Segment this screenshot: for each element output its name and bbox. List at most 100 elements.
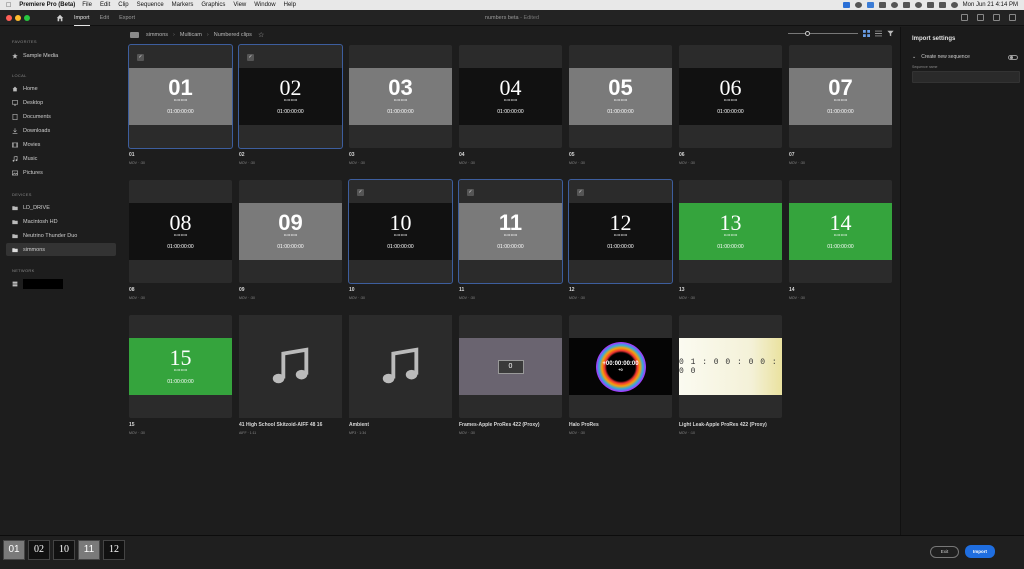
clip-card[interactable]: 0 1 : 0 0 : 0 0 : 0 0 — [679, 315, 782, 418]
status-app-icon[interactable] — [842, 2, 850, 8]
clip-name[interactable]: 14 — [789, 287, 899, 293]
breadcrumb-item[interactable]: Multicam — [180, 32, 202, 38]
apple-icon[interactable]:  — [6, 2, 11, 9]
chevron-down-icon[interactable]: ⌄ — [912, 54, 916, 60]
clip-name[interactable]: 13 — [679, 287, 789, 293]
wifi-icon[interactable] — [914, 2, 922, 8]
clip-name[interactable]: Frames-Apple ProRes 422 (Proxy) — [459, 422, 569, 428]
sidebar-item-movies[interactable]: Movies — [0, 138, 116, 151]
menu-clip[interactable]: Clip — [118, 2, 128, 8]
clip-card[interactable]: 01 01:00:00:00 01:00:00:00 ✓ — [128, 44, 233, 149]
import-button[interactable]: Import — [965, 545, 995, 558]
clip-name[interactable]: 06 — [679, 152, 789, 158]
zoom-window-button[interactable] — [24, 14, 30, 21]
filter-icon[interactable] — [887, 30, 894, 37]
clip-card[interactable]: 08 01:00:00:00 01:00:00:00 — [129, 180, 232, 283]
breadcrumb-item[interactable]: Numbered clips — [214, 32, 252, 38]
menu-markers[interactable]: Markers — [172, 2, 194, 8]
clip-name[interactable]: Light Leak-Apple ProRes 422 (Proxy) — [679, 422, 789, 428]
list-view-icon[interactable] — [875, 30, 882, 37]
menu-file[interactable]: File — [82, 2, 92, 8]
status-app-icon[interactable] — [890, 2, 898, 8]
search-icon[interactable] — [926, 2, 934, 8]
home-icon[interactable] — [56, 14, 64, 22]
clip-name[interactable]: 03 — [349, 152, 459, 158]
selected-clip-thumb[interactable]: 12 — [103, 540, 125, 560]
slider-knob[interactable] — [804, 31, 810, 36]
clip-card[interactable]: 07 01:00:00:00 01:00:00:00 — [789, 45, 892, 148]
status-app-icon[interactable] — [854, 2, 862, 8]
clip-card[interactable]: 15 01:00:00:00 01:00:00:00 — [129, 315, 232, 418]
sidebar-item-neutrino-thunder-duo[interactable]: Neutrino Thunder Duo — [0, 229, 116, 242]
quick-export-icon[interactable] — [961, 14, 968, 21]
clip-name[interactable]: 07 — [789, 152, 899, 158]
clip-card[interactable]: 02 01:00:00:00 01:00:00:00 ✓ — [238, 44, 343, 149]
status-app-icon[interactable] — [878, 2, 886, 8]
folder-icon[interactable] — [130, 32, 139, 38]
clip-name[interactable]: 09 — [239, 287, 349, 293]
selected-clip-thumb[interactable]: 02 — [28, 540, 50, 560]
selected-clip-thumb[interactable]: 10 — [53, 540, 75, 560]
clip-name[interactable]: 01 — [129, 152, 239, 158]
checkbox-checked-icon[interactable]: ✓ — [247, 54, 254, 61]
clip-card[interactable]: 11 01:00:00:00 01:00:00:00 ✓ — [458, 179, 563, 284]
clip-name[interactable]: 02 — [239, 152, 349, 158]
checkbox-checked-icon[interactable]: ✓ — [137, 54, 144, 61]
selected-clip-thumb[interactable]: 01 — [3, 540, 25, 560]
sidebar-item-music[interactable]: Music — [0, 152, 116, 165]
tab-edit[interactable]: Edit — [100, 10, 109, 26]
clip-card[interactable]: 10 01:00:00:00 01:00:00:00 ✓ — [348, 179, 453, 284]
clip-name[interactable]: 12 — [569, 287, 679, 293]
siri-icon[interactable] — [950, 2, 958, 8]
clip-card[interactable]: 04 01:00:00:00 01:00:00:00 — [459, 45, 562, 148]
clip-card[interactable]: 09 01:00:00:00 01:00:00:00 — [239, 180, 342, 283]
breadcrumb-item[interactable]: simmons — [146, 32, 168, 38]
menu-edit[interactable]: Edit — [100, 2, 110, 8]
favorite-star-icon[interactable]: ☆ — [258, 31, 264, 39]
menu-help[interactable]: Help — [284, 2, 296, 8]
clip-card[interactable]: 14 01:00:00:00 01:00:00:00 — [789, 180, 892, 283]
clip-name[interactable]: 41 High School Skitzoid-AIFF 48 16 — [239, 422, 349, 428]
exit-button[interactable]: Exit — [930, 546, 959, 558]
clip-card[interactable] — [349, 315, 452, 418]
clip-card[interactable]: 06 01:00:00:00 01:00:00:00 — [679, 45, 782, 148]
clip-card[interactable]: 13 01:00:00:00 01:00:00:00 — [679, 180, 782, 283]
grid-view-icon[interactable] — [863, 30, 870, 37]
menu-sequence[interactable]: Sequence — [137, 2, 164, 8]
share-icon[interactable] — [977, 14, 984, 21]
sidebar-item-ld-drive[interactable]: LD_DRIVE — [0, 201, 116, 214]
menu-app-name[interactable]: Premiere Pro (Beta) — [19, 2, 75, 8]
clip-card[interactable]: 12 01:00:00:00 01:00:00:00 ✓ — [568, 179, 673, 284]
thumbnail-size-slider[interactable] — [788, 31, 858, 36]
clip-name[interactable]: 10 — [349, 287, 459, 293]
sidebar-item-pictures[interactable]: Pictures — [0, 166, 116, 179]
clip-card[interactable] — [239, 315, 342, 418]
status-app-icon[interactable] — [902, 2, 910, 8]
sidebar-item-sample-media[interactable]: Sample Media — [0, 49, 116, 62]
checkbox-checked-icon[interactable]: ✓ — [357, 189, 364, 196]
menu-graphics[interactable]: Graphics — [201, 2, 225, 8]
fullscreen-icon[interactable] — [1009, 14, 1016, 21]
checkbox-checked-icon[interactable]: ✓ — [467, 189, 474, 196]
minimize-window-button[interactable] — [15, 14, 21, 21]
sidebar-item-downloads[interactable]: Downloads — [0, 124, 116, 137]
sidebar-item-macintosh-hd[interactable]: Macintosh HD — [0, 215, 116, 228]
clip-name[interactable]: 05 — [569, 152, 679, 158]
sequence-name-input[interactable] — [912, 71, 1020, 83]
sidebar-item-documents[interactable]: Documents — [0, 110, 116, 123]
selected-clip-thumb[interactable]: 11 — [78, 540, 100, 560]
clip-name[interactable]: 11 — [459, 287, 569, 293]
sidebar-item-network-share[interactable] — [0, 277, 116, 290]
checkbox-checked-icon[interactable]: ✓ — [577, 189, 584, 196]
sidebar-item-desktop[interactable]: Desktop — [0, 96, 116, 109]
tab-export[interactable]: Export — [119, 10, 135, 26]
create-sequence-toggle[interactable] — [1008, 54, 1018, 60]
clip-name[interactable]: 08 — [129, 287, 239, 293]
menu-window[interactable]: Window — [254, 2, 275, 8]
sidebar-item-simmons[interactable]: simmons — [6, 243, 116, 256]
clip-card[interactable]: 03 01:00:00:00 01:00:00:00 — [349, 45, 452, 148]
control-center-icon[interactable] — [938, 2, 946, 8]
clip-card[interactable]: +00:00:00:00 +0 — [569, 315, 672, 418]
menubar-clock[interactable]: Mon Jun 21 4:14 PM — [963, 2, 1018, 8]
workspaces-icon[interactable] — [993, 14, 1000, 21]
